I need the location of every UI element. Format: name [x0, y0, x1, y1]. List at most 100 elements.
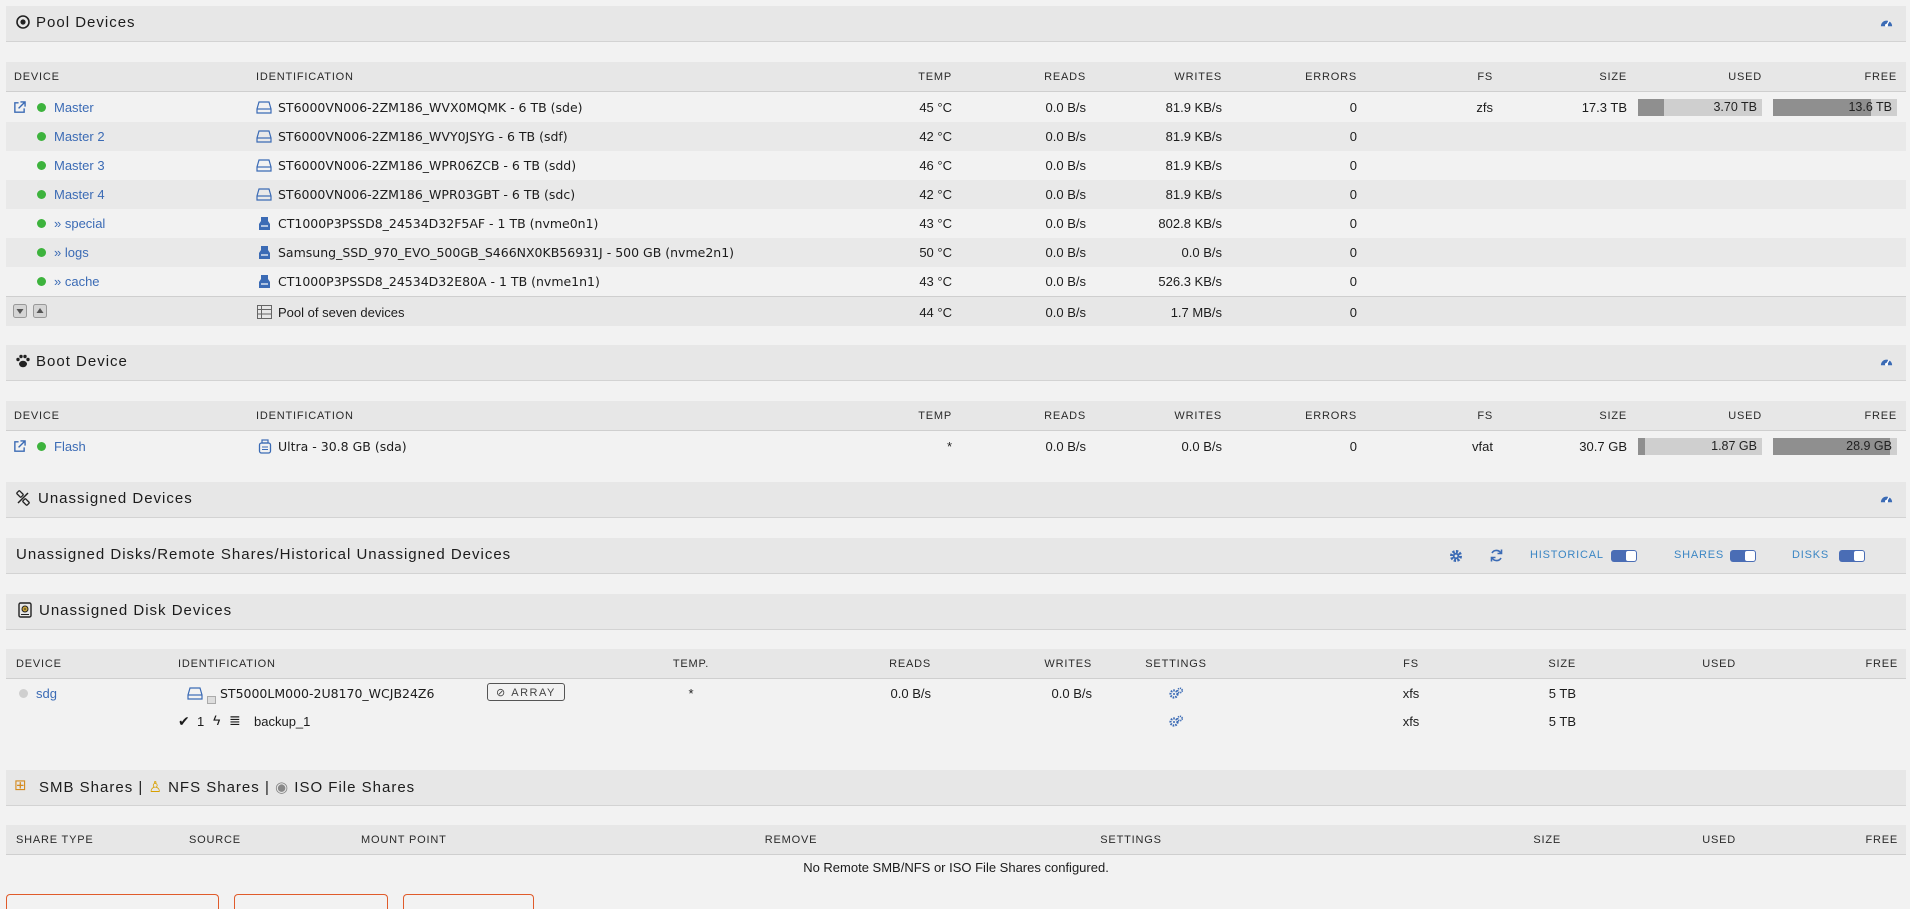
- collapse-down-icon[interactable]: [13, 304, 27, 318]
- shares-header: ⊞ SMB Shares | ♙ NFS Shares | ◉ ISO File…: [6, 770, 1906, 806]
- status-online-icon: [37, 442, 46, 451]
- iso-shares-title: ISO File Shares: [294, 779, 416, 796]
- hdd-icon: [256, 130, 272, 143]
- collapse-up-icon[interactable]: [33, 304, 47, 318]
- ssd-icon: [259, 217, 270, 230]
- array-button[interactable]: ⊘ ARRAY: [487, 683, 565, 701]
- reads: 0.0 B/s: [1045, 274, 1086, 289]
- table-row: sdg ST5000LM000-2U8170_WCJB24Z6 ⊘ ARRAY …: [6, 679, 1906, 708]
- size: 5 TB: [1548, 686, 1576, 701]
- writes: 1.7 MB/s: [1170, 305, 1222, 320]
- historical-toggle[interactable]: [1611, 550, 1637, 562]
- refresh-icon[interactable]: [1489, 548, 1504, 563]
- col-size: SIZE: [1548, 658, 1576, 670]
- status-online-icon: [37, 219, 46, 228]
- col-mount-point: MOUNT POINT: [361, 834, 447, 846]
- device-link[interactable]: Master 4: [54, 187, 105, 202]
- col-fs: FS: [1403, 658, 1419, 670]
- status-online-icon: [37, 161, 46, 170]
- target-icon: [16, 15, 30, 29]
- device-link[interactable]: » cache: [54, 274, 100, 289]
- temp: 43 °C: [919, 216, 952, 231]
- device-link[interactable]: » special: [54, 216, 105, 231]
- col-used: USED: [1728, 71, 1762, 83]
- col-size: SIZE: [1533, 834, 1561, 846]
- device-link[interactable]: sdg: [36, 686, 57, 701]
- writes: 0.0 B/s: [1051, 686, 1092, 701]
- col-settings: SETTINGS: [1100, 834, 1162, 846]
- settings-gears-icon[interactable]: [1169, 687, 1183, 700]
- identification: CT1000P3PSSD8_24534D32F5AF - 1 TB (nvme0…: [278, 216, 599, 231]
- col-fs: FS: [1477, 410, 1493, 422]
- dashboard-icon[interactable]: [1879, 491, 1894, 506]
- device-link[interactable]: Flash: [54, 439, 86, 454]
- errors: 0: [1349, 158, 1357, 173]
- bolt-icon[interactable]: ϟ: [213, 712, 220, 728]
- col-free: FREE: [1865, 834, 1898, 846]
- external-link-icon[interactable]: [13, 440, 26, 453]
- hdd-icon: [256, 159, 272, 172]
- hdd-icon: [256, 101, 272, 114]
- errors: 0: [1349, 100, 1357, 115]
- action-button[interactable]: [6, 894, 219, 909]
- writes: 81.9 KB/s: [1165, 129, 1222, 144]
- action-button[interactable]: [403, 894, 534, 909]
- col-temp: TEMP.: [672, 658, 710, 670]
- device-link[interactable]: » logs: [54, 245, 89, 260]
- col-identification: IDENTIFICATION: [256, 71, 354, 83]
- device-link[interactable]: Master: [54, 100, 94, 115]
- action-button[interactable]: [234, 894, 388, 909]
- gear-icon[interactable]: [1449, 549, 1463, 563]
- free-bar: 13.6 TB: [1773, 99, 1897, 116]
- col-device: DEVICE: [14, 71, 60, 83]
- status-online-icon: [37, 132, 46, 141]
- historical-label: HISTORICAL: [1530, 549, 1604, 561]
- device-link[interactable]: Master 3: [54, 158, 105, 173]
- unassigned-disk-devices-title: Unassigned Disk Devices: [39, 602, 233, 619]
- status-online-icon: [37, 277, 46, 286]
- settings-gears-icon[interactable]: [1169, 715, 1183, 728]
- hdd-icon: [187, 687, 203, 700]
- disc-icon: ◉: [275, 779, 290, 796]
- status-online-icon: [37, 248, 46, 257]
- col-identification: IDENTIFICATION: [178, 658, 276, 670]
- table-row: » logs Samsung_SSD_970_EVO_500GB_S466NX0…: [6, 238, 1906, 267]
- shares-toggle[interactable]: [1730, 550, 1756, 562]
- dashboard-icon[interactable]: [1879, 15, 1894, 30]
- temp: 42 °C: [919, 187, 952, 202]
- expand-icon[interactable]: [207, 696, 216, 704]
- identification: Ultra - 30.8 GB (sda): [278, 439, 407, 454]
- used-bar: 3.70 TB: [1638, 99, 1762, 116]
- external-link-icon[interactable]: [13, 101, 26, 114]
- nfs-shares-title: NFS Shares: [168, 779, 260, 796]
- used-value: 3.70 TB: [1713, 100, 1757, 114]
- table-row: Flash Ultra - 30.8 GB (sda) * 0.0 B/s 0.…: [6, 432, 1906, 461]
- device-link[interactable]: Master 2: [54, 129, 105, 144]
- col-remove: REMOVE: [764, 834, 818, 846]
- ban-icon: ⊘: [496, 687, 507, 699]
- table-row: » cache CT1000P3PSSD8_24534D32E80A - 1 T…: [6, 267, 1906, 296]
- dashboard-icon[interactable]: [1879, 354, 1894, 369]
- col-used: USED: [1702, 658, 1736, 670]
- col-errors: ERRORS: [1305, 410, 1357, 422]
- errors: 0: [1349, 274, 1357, 289]
- reads: 0.0 B/s: [1045, 245, 1086, 260]
- used-value: 1.87 GB: [1711, 439, 1757, 453]
- linux-icon: ♙: [148, 779, 163, 796]
- hdd-icon: [256, 188, 272, 201]
- reads: 0.0 B/s: [890, 686, 931, 701]
- check-icon: ✔: [178, 713, 190, 729]
- disks-toggle[interactable]: [1839, 550, 1865, 562]
- hard-drive-icon: [18, 602, 32, 618]
- unassigned-subheader: Unassigned Disks/Remote Shares/Historica…: [6, 538, 1906, 574]
- errors: 0: [1349, 245, 1357, 260]
- identification: ST6000VN006-2ZM186_WVX0MQMK - 6 TB (sde): [278, 100, 583, 115]
- pool-devices-header: Pool Devices: [6, 6, 1906, 42]
- partition-row: ✔ 1 ϟ ≣ backup_1 xfs 5 TB: [6, 707, 1906, 736]
- shares-title: SMB Shares | ♙ NFS Shares | ◉ ISO File S…: [39, 778, 415, 796]
- status-online-icon: [37, 190, 46, 199]
- fs: xfs: [1402, 714, 1420, 729]
- identification: ST6000VN006-2ZM186_WPR03GBT - 6 TB (sdc): [278, 187, 576, 202]
- log-lines-icon[interactable]: ≣: [229, 712, 241, 729]
- writes: 81.9 KB/s: [1165, 158, 1222, 173]
